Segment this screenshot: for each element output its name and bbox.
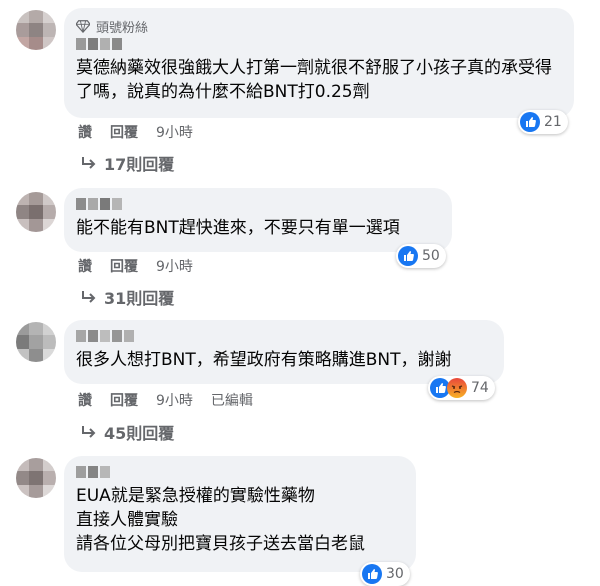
reaction-count: 30 bbox=[386, 566, 404, 582]
comment-actions: 讚 回覆 9小時 已編輯 bbox=[78, 390, 253, 410]
reply-arrow-icon bbox=[82, 426, 96, 438]
comment-text: 能不能有BNT趕快進來，不要只有單一選項 bbox=[76, 218, 400, 238]
avatar[interactable] bbox=[16, 192, 56, 232]
like-button[interactable]: 讚 bbox=[78, 122, 92, 142]
replies-count-label: 31則回覆 bbox=[104, 289, 175, 308]
reaction-count: 50 bbox=[422, 248, 440, 264]
avatar[interactable] bbox=[16, 458, 56, 498]
comment-actions: 讚 回覆 9小時 bbox=[78, 122, 193, 142]
comment-text: 莫德納藥效很強餓大人打第一劑就很不舒服了小孩子真的承受得了嗎，說真的為什麼不給B… bbox=[76, 58, 552, 102]
avatar[interactable] bbox=[16, 322, 56, 362]
reaction-summary[interactable]: 74 bbox=[428, 376, 495, 400]
commenter-name[interactable] bbox=[76, 38, 562, 52]
view-replies-link[interactable]: 17則回覆 bbox=[80, 151, 174, 175]
view-replies-link[interactable]: 31則回覆 bbox=[80, 285, 174, 309]
comment-text: 很多人想打BNT，希望政府有策略購進BNT，謝謝 bbox=[76, 350, 452, 370]
reply-button[interactable]: 回覆 bbox=[110, 122, 138, 142]
replies-count-label: 17則回覆 bbox=[104, 155, 175, 174]
reaction-summary[interactable]: 21 bbox=[518, 110, 568, 134]
like-button[interactable]: 讚 bbox=[78, 256, 92, 276]
reaction-summary[interactable]: 50 bbox=[396, 244, 446, 268]
comment-bubble: EUA就是緊急授權的實驗性藥物 直接人體實驗 請各位父母別把寶貝孩子送去當白老鼠 bbox=[64, 456, 416, 572]
commenter-name[interactable] bbox=[76, 466, 404, 480]
view-replies-link[interactable]: 45則回覆 bbox=[80, 420, 174, 444]
like-reaction-icon bbox=[520, 112, 540, 132]
commenter-name[interactable] bbox=[76, 198, 440, 212]
reply-button[interactable]: 回覆 bbox=[110, 256, 138, 276]
like-button[interactable]: 讚 bbox=[78, 390, 92, 410]
edited-label[interactable]: 已編輯 bbox=[211, 390, 253, 410]
diamond-icon bbox=[76, 20, 90, 33]
comment-bubble: 頭號粉絲 莫德納藥效很強餓大人打第一劑就很不舒服了小孩子真的承受得了嗎，說真的為… bbox=[64, 8, 574, 118]
reaction-count: 21 bbox=[544, 114, 562, 130]
comment-text: EUA就是緊急授權的實驗性藥物 直接人體實驗 請各位父母別把寶貝孩子送去當白老鼠 bbox=[76, 486, 365, 554]
reply-arrow-icon bbox=[82, 291, 96, 303]
badge-label: 頭號粉絲 bbox=[96, 20, 149, 36]
like-reaction-icon bbox=[362, 564, 382, 584]
reaction-count: 74 bbox=[471, 380, 489, 396]
like-reaction-icon bbox=[398, 246, 418, 266]
comment-actions: 讚 回覆 9小時 bbox=[78, 256, 193, 276]
commenter-name[interactable] bbox=[76, 330, 492, 344]
reply-button[interactable]: 回覆 bbox=[110, 390, 138, 410]
reaction-summary[interactable]: 30 bbox=[360, 562, 410, 586]
comment-bubble: 能不能有BNT趕快進來，不要只有單一選項 bbox=[64, 188, 452, 252]
angry-reaction-icon bbox=[447, 378, 467, 398]
avatar[interactable] bbox=[16, 10, 56, 50]
timestamp[interactable]: 9小時 bbox=[156, 390, 193, 410]
comment-bubble: 很多人想打BNT，希望政府有策略購進BNT，謝謝 bbox=[64, 320, 504, 384]
reply-arrow-icon bbox=[82, 157, 96, 169]
replies-count-label: 45則回覆 bbox=[104, 424, 175, 443]
top-fan-badge: 頭號粉絲 bbox=[76, 16, 562, 36]
timestamp[interactable]: 9小時 bbox=[156, 256, 193, 276]
timestamp[interactable]: 9小時 bbox=[156, 122, 193, 142]
